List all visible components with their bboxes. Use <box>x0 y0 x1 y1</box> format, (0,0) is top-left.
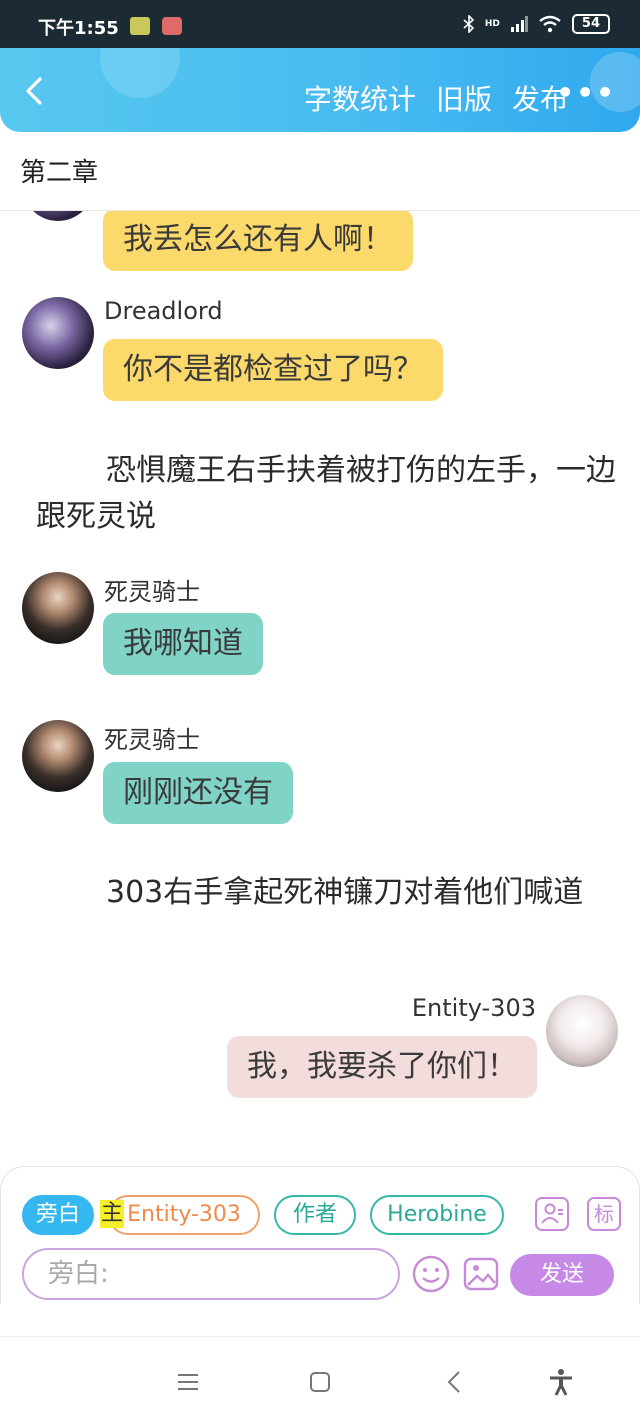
story-chat-area[interactable]: 我丢怎么还有人啊！ Dreadlord 你不是都检查过了吗？ 恐惧魔王右手扶着被… <box>0 211 640 1166</box>
role-chip-author[interactable]: 作者 <box>274 1195 356 1235</box>
speaker-name: Dreadlord <box>104 297 223 325</box>
message-bubble[interactable]: 刚刚还没有 <box>103 762 293 824</box>
back-arrow-icon[interactable] <box>20 76 50 106</box>
system-nav-bar <box>0 1336 640 1422</box>
menu-icon[interactable] <box>173 1367 203 1397</box>
image-icon[interactable] <box>462 1255 500 1293</box>
role-chip-entity-303[interactable]: Entity-303 <box>108 1195 260 1235</box>
avatar-death-knight[interactable] <box>22 720 94 792</box>
wifi-icon <box>539 15 561 33</box>
accessibility-icon[interactable] <box>546 1367 576 1397</box>
more-options-icon[interactable]: ••• <box>556 76 616 109</box>
notification-app-icon-2 <box>162 17 182 35</box>
status-right: HD 54 <box>463 14 610 34</box>
avatar-entity-303[interactable] <box>546 995 618 1067</box>
notification-app-icon <box>130 17 150 35</box>
role-chip-herobine[interactable]: Herobine <box>370 1195 504 1235</box>
avatar-dreadlord[interactable] <box>22 297 94 369</box>
message-bubble[interactable]: 我，我要杀了你们！ <box>227 1036 537 1098</box>
person-icon <box>541 1203 563 1224</box>
message-bubble[interactable]: 你不是都检查过了吗？ <box>103 339 443 401</box>
narration-text[interactable]: 恐惧魔王右手扶着被打伤的左手，一边跟死灵说 <box>36 448 616 540</box>
word-count-button[interactable]: 字数统计 <box>304 78 416 118</box>
send-button[interactable]: 发送 <box>510 1254 614 1296</box>
back-icon[interactable] <box>440 1367 470 1397</box>
emoji-icon[interactable] <box>412 1255 450 1293</box>
header-actions: 字数统计 旧版 发布 <box>304 78 568 118</box>
home-icon[interactable] <box>305 1367 335 1397</box>
message-bubble[interactable]: 我哪知道 <box>103 613 263 675</box>
message-input[interactable]: 旁白: <box>22 1248 400 1300</box>
main-character-badge: 主 <box>100 1200 125 1228</box>
speaker-name: 死灵骑士 <box>104 726 200 754</box>
character-manage-button[interactable] <box>535 1197 569 1231</box>
status-time: 下午1:55 <box>38 18 119 39</box>
avatar-death-knight[interactable] <box>22 572 94 644</box>
role-chip-narration[interactable]: 旁白 <box>22 1195 94 1235</box>
speaker-name: Entity-303 <box>411 994 536 1022</box>
decor-bubble <box>100 48 180 98</box>
status-bar: 下午1:55 HD 54 <box>0 0 640 48</box>
narration-text[interactable]: 303右手拿起死神镰刀对着他们喊道 <box>36 870 616 916</box>
battery-indicator: 54 <box>571 14 610 34</box>
message-bubble[interactable]: 我丢怎么还有人啊！ <box>103 211 413 271</box>
avatar-dreadlord[interactable] <box>22 211 94 221</box>
bluetooth-icon <box>463 15 475 33</box>
chapter-title: 第二章 <box>20 158 99 188</box>
editor-header: 字数统计 旧版 发布 ••• <box>0 48 640 132</box>
signal-icon <box>510 16 528 32</box>
label-button[interactable]: 标 <box>587 1197 621 1231</box>
speaker-name: 死灵骑士 <box>104 578 200 606</box>
network-type: HD <box>484 19 500 29</box>
old-version-button[interactable]: 旧版 <box>436 78 492 118</box>
